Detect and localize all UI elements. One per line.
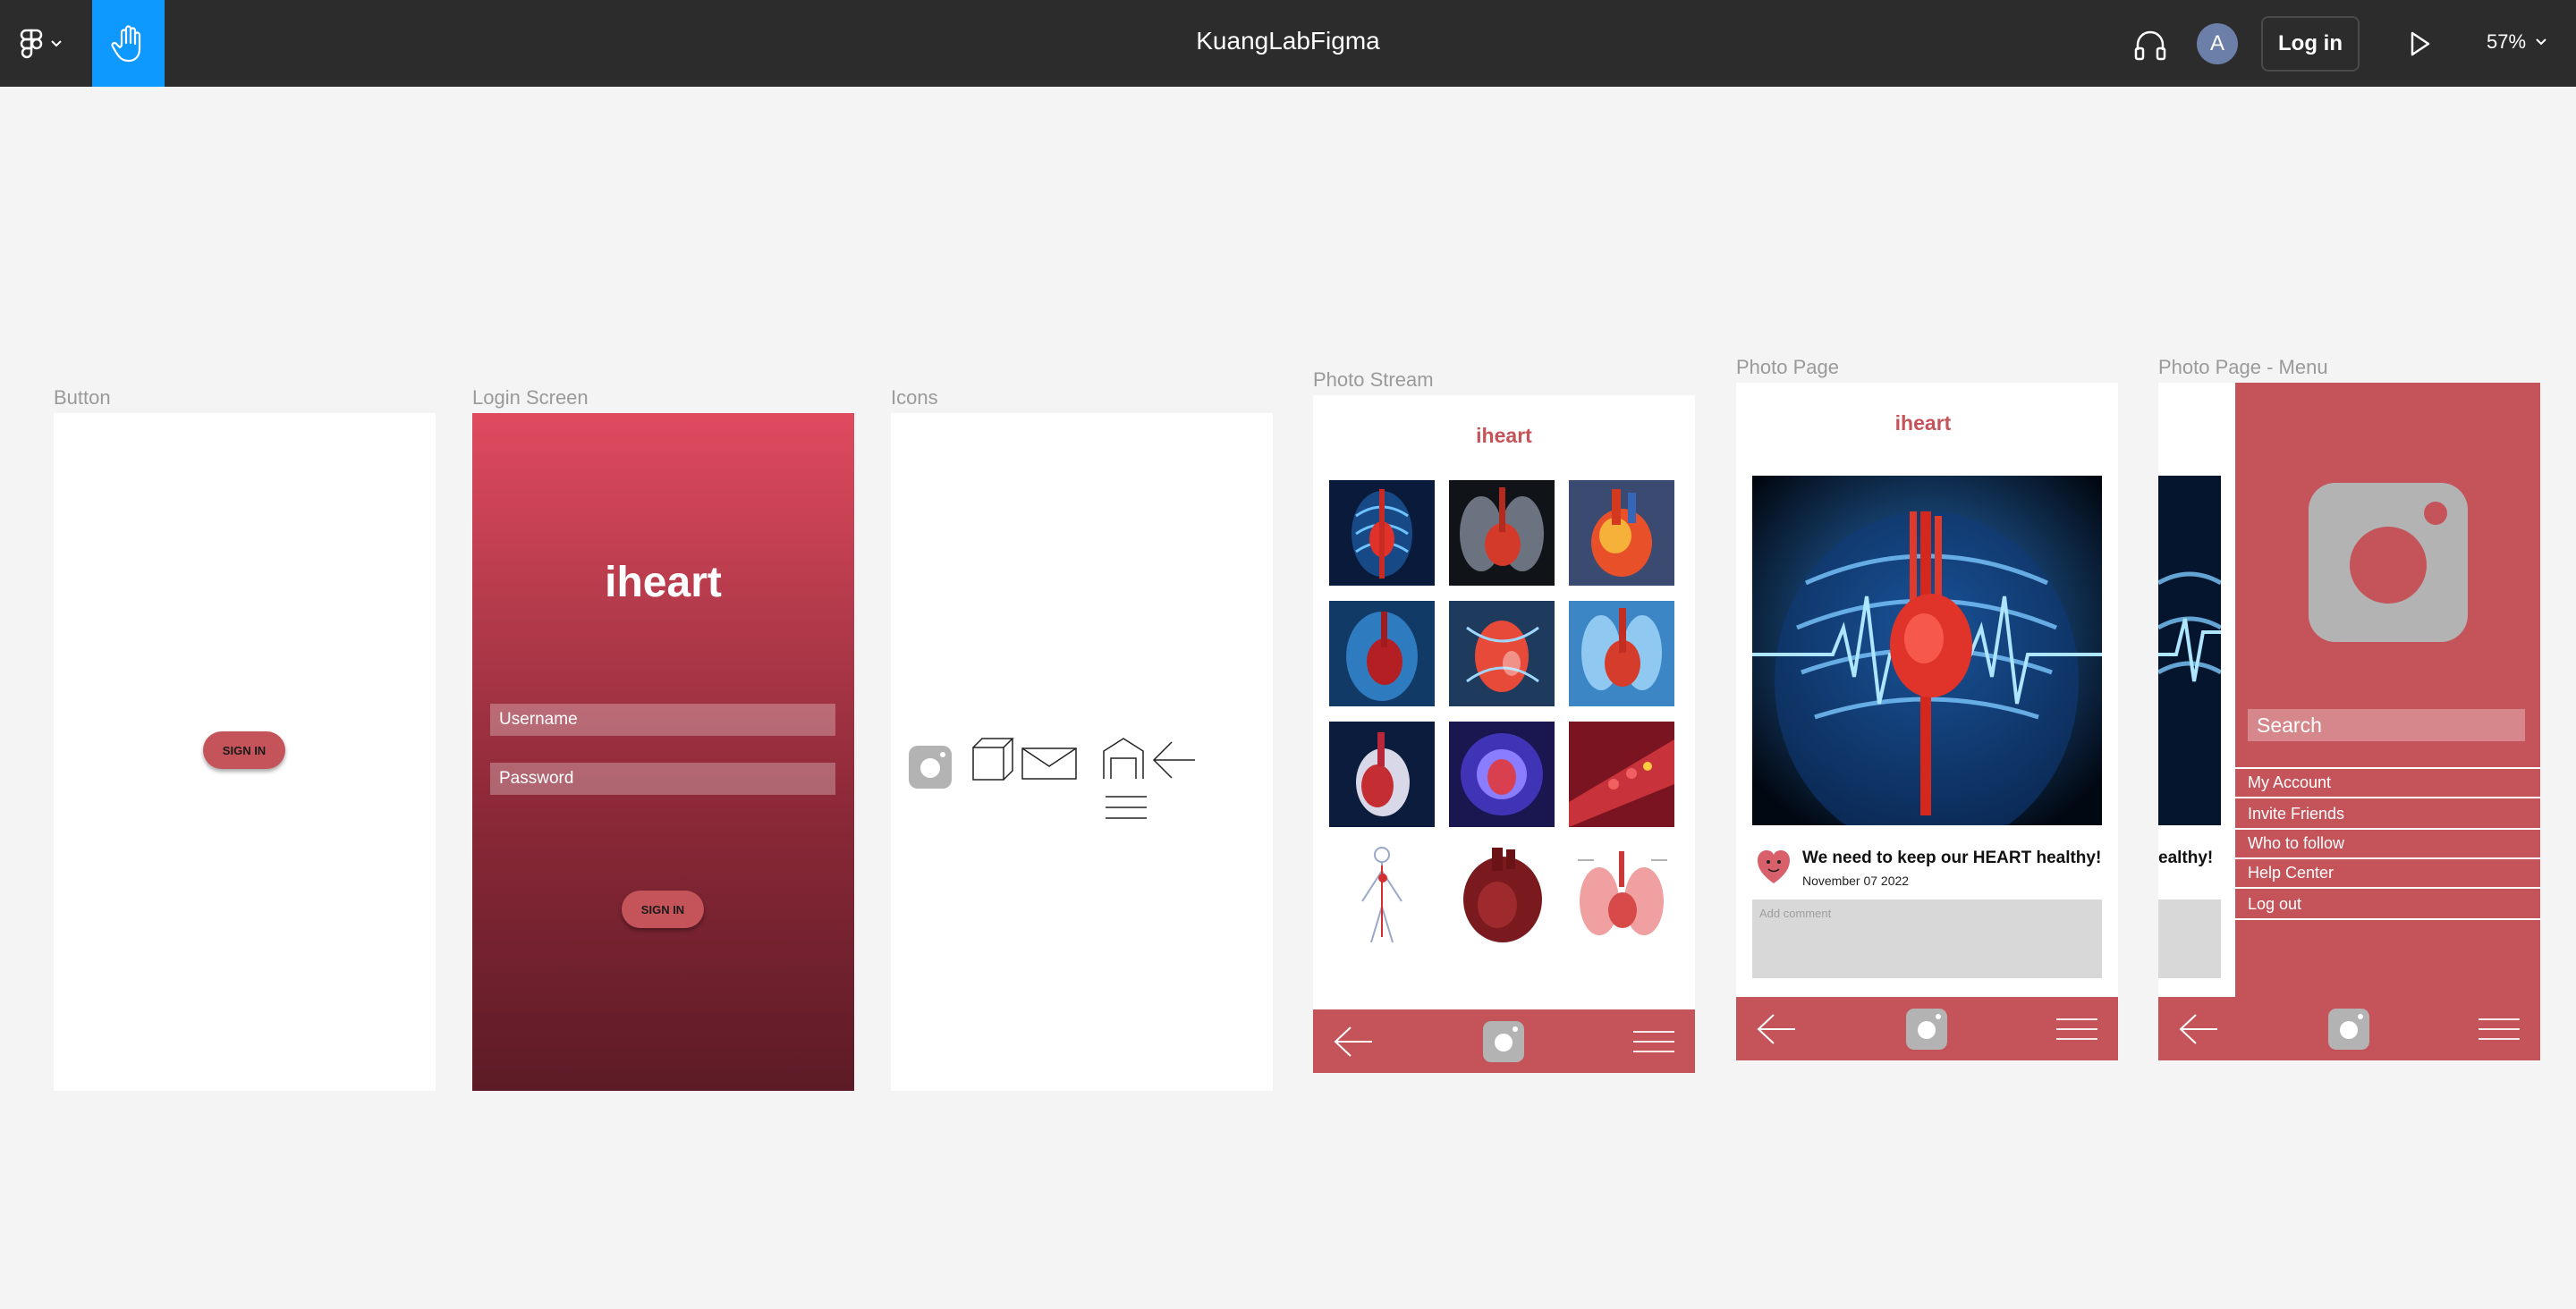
username-field[interactable]: Username xyxy=(490,704,835,736)
menu-item-my-account[interactable]: My Account xyxy=(2235,769,2540,798)
home-icon xyxy=(1103,738,1144,779)
menu-item-log-out[interactable]: Log out xyxy=(2235,891,2540,920)
frame-photo-page-menu[interactable]: ealthy! Search My Account Invite Friends… xyxy=(2158,383,2540,1060)
app-logo: iheart xyxy=(1476,424,1532,447)
photo-thumbnail[interactable] xyxy=(1329,722,1435,827)
login-button[interactable]: Log in xyxy=(2261,16,2360,72)
frame-icons[interactable] xyxy=(891,413,1273,1091)
chevron-down-icon xyxy=(2536,38,2546,46)
side-menu-panel: Search My Account Invite Friends Who to … xyxy=(2235,383,2540,1060)
menu-item-help-center[interactable]: Help Center xyxy=(2235,859,2540,889)
post-title-peek: ealthy! xyxy=(2158,849,2214,867)
top-toolbar: KuangLabFigma A Log in 57% xyxy=(0,0,2576,87)
bottom-nav-bar xyxy=(2158,997,2540,1060)
photo-thumbnail[interactable] xyxy=(1449,601,1555,706)
frame-label-button[interactable]: Button xyxy=(54,386,111,410)
photo-thumbnail[interactable] xyxy=(1449,480,1555,586)
password-field[interactable]: Password xyxy=(490,763,835,795)
camera-icon xyxy=(2309,483,2468,642)
figma-logo-icon xyxy=(20,29,43,59)
user-avatar[interactable]: A xyxy=(2197,23,2238,64)
mail-icon xyxy=(1021,747,1077,780)
frame-button[interactable]: SIGN IN xyxy=(54,413,436,1091)
menu-item-who-to-follow[interactable]: Who to follow xyxy=(2235,830,2540,859)
comment-input[interactable]: Add comment xyxy=(1752,899,2102,978)
file-title: KuangLabFigma xyxy=(1196,27,1380,55)
app-logo: iheart xyxy=(605,559,722,606)
photo-thumbnail[interactable] xyxy=(1449,842,1555,948)
frame-login-screen[interactable]: iheart Username Password SIGN IN xyxy=(472,413,854,1091)
main-photo[interactable] xyxy=(1752,476,2102,825)
post-date: November 07 2022 xyxy=(1802,874,1910,888)
back-arrow-icon[interactable] xyxy=(1756,1013,1797,1045)
chevron-down-icon xyxy=(51,40,62,47)
frame-photo-page[interactable]: iheart We need to keep our HEART healthy… xyxy=(1736,383,2118,1060)
frame-label-photo-page[interactable]: Photo Page xyxy=(1736,356,1839,379)
back-arrow-icon xyxy=(1152,741,1195,779)
menu-item-invite-friends[interactable]: Invite Friends xyxy=(2235,800,2540,830)
main-menu-button[interactable] xyxy=(20,21,75,66)
menu-icon[interactable] xyxy=(2479,1018,2520,1040)
frame-photo-stream[interactable]: iheart xyxy=(1313,395,1695,1073)
zoom-dropdown[interactable]: 57% xyxy=(2487,30,2547,54)
photo-thumbnail[interactable] xyxy=(1569,722,1674,827)
zoom-level: 57% xyxy=(2487,30,2527,53)
photo-thumbnail[interactable] xyxy=(1329,480,1435,586)
frame-label-login[interactable]: Login Screen xyxy=(472,386,589,410)
photo-thumbnail[interactable] xyxy=(1569,842,1674,948)
sign-in-button[interactable]: SIGN IN xyxy=(622,891,704,928)
camera-icon xyxy=(909,746,952,789)
menu-icon[interactable] xyxy=(1633,1031,1674,1052)
heart-mascot-icon xyxy=(1758,850,1790,883)
back-arrow-icon[interactable] xyxy=(2178,1013,2219,1045)
app-logo: iheart xyxy=(1894,411,1952,435)
frame-label-photo-page-menu[interactable]: Photo Page - Menu xyxy=(2158,356,2328,379)
sign-in-button[interactable]: SIGN IN xyxy=(203,731,285,769)
camera-icon[interactable] xyxy=(2328,1009,2369,1050)
play-icon[interactable] xyxy=(2404,29,2435,59)
menu-icon xyxy=(1106,796,1147,819)
menu-search-input[interactable]: Search xyxy=(2248,709,2525,741)
back-arrow-icon[interactable] xyxy=(1333,1026,1374,1058)
frame-label-icons[interactable]: Icons xyxy=(891,386,938,410)
bottom-nav-bar xyxy=(1736,997,2118,1060)
photo-thumbnail[interactable] xyxy=(1329,842,1435,948)
frame-label-photo-stream[interactable]: Photo Stream xyxy=(1313,368,1434,392)
bottom-nav-bar xyxy=(1313,1009,1695,1073)
menu-icon[interactable] xyxy=(2056,1018,2097,1040)
photo-thumbnail[interactable] xyxy=(1329,601,1435,706)
hand-icon xyxy=(110,24,140,62)
cube-icon xyxy=(972,738,1014,781)
post-title: We need to keep our HEART healthy! xyxy=(1802,849,2102,867)
photo-thumbnail[interactable] xyxy=(1449,722,1555,827)
camera-icon[interactable] xyxy=(1906,1009,1947,1050)
main-photo-peek xyxy=(2158,476,2221,825)
headphones-icon[interactable] xyxy=(2132,27,2168,63)
hand-tool-button[interactable] xyxy=(92,0,165,87)
camera-icon[interactable] xyxy=(1483,1021,1524,1062)
photo-thumbnail[interactable] xyxy=(1569,601,1674,706)
comment-input-peek xyxy=(2158,899,2221,978)
photo-thumbnail[interactable] xyxy=(1569,480,1674,586)
